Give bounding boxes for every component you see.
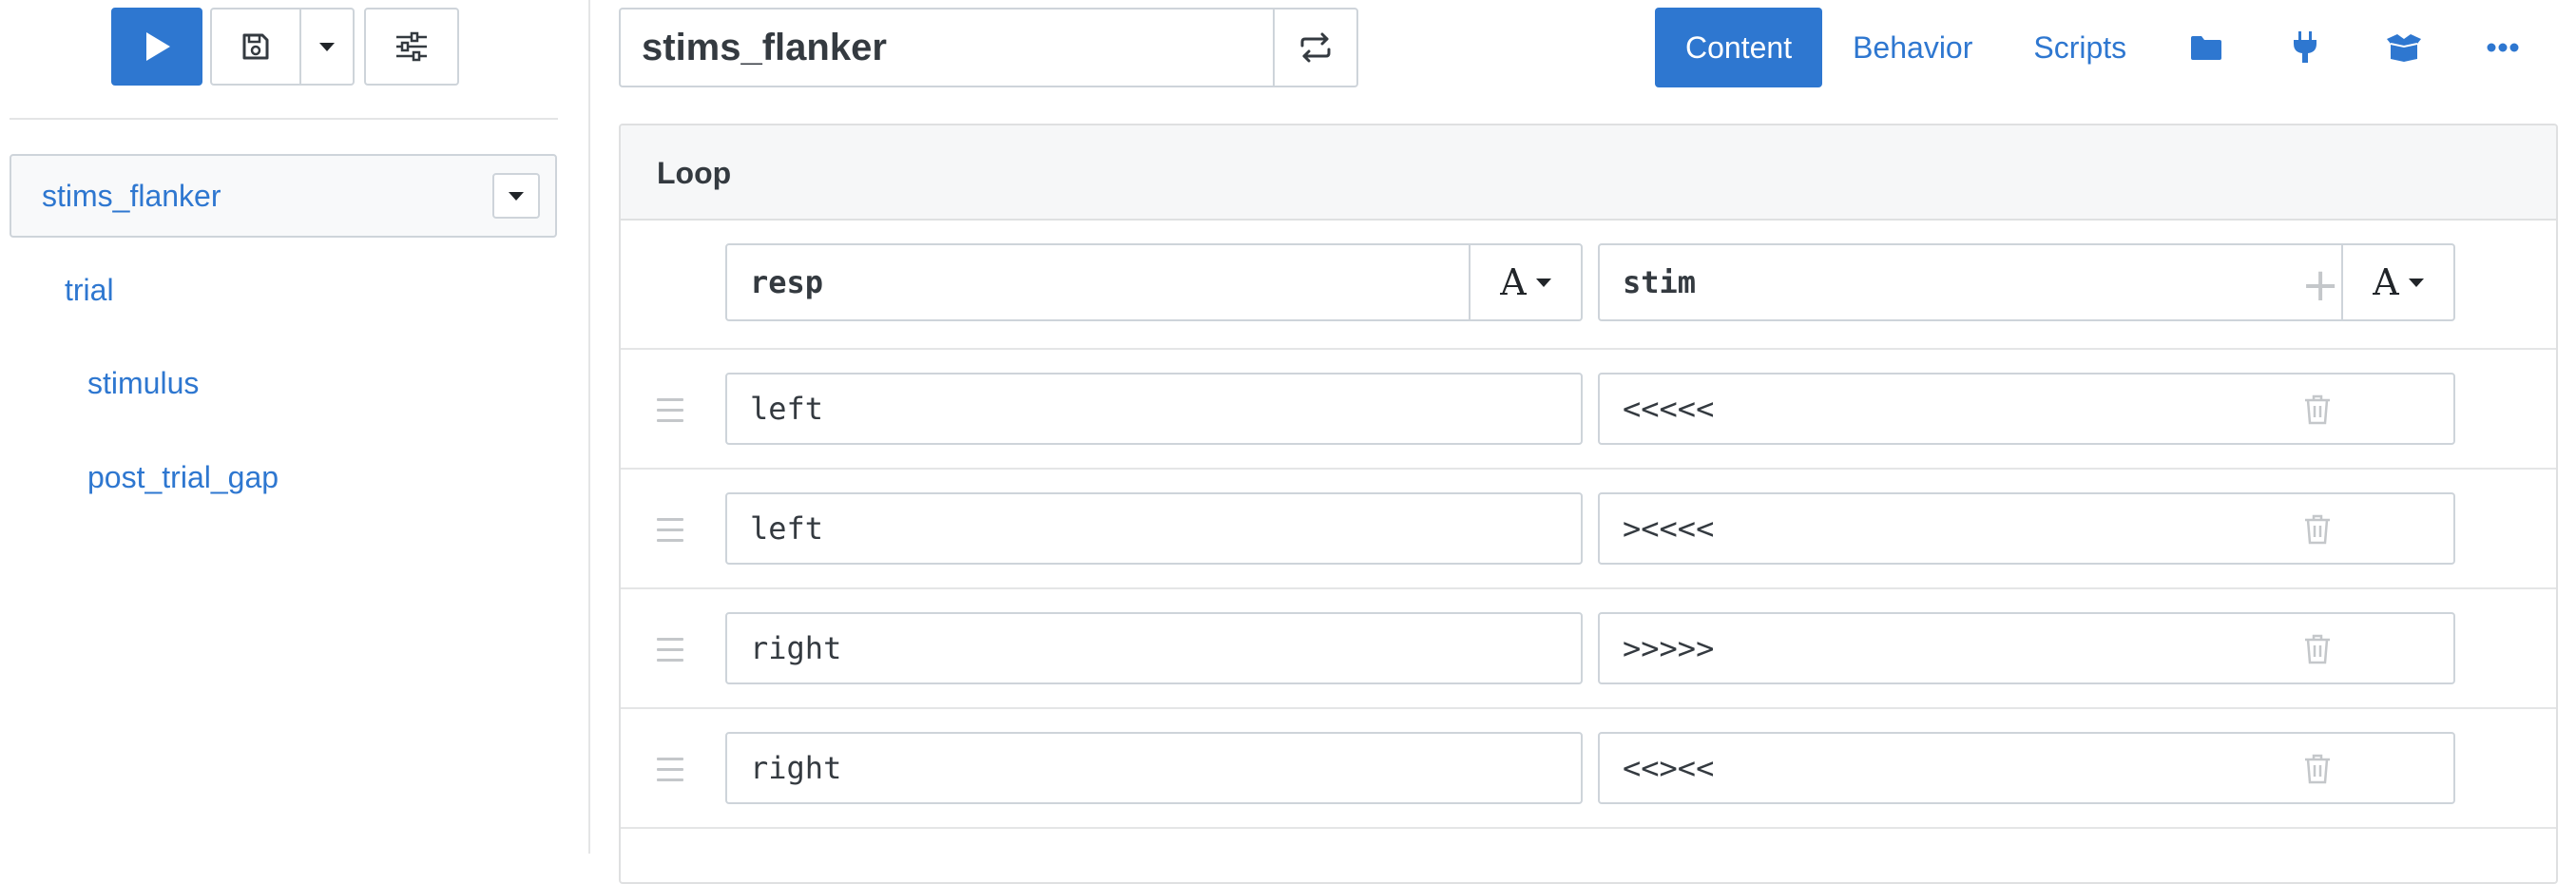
cell-input[interactable]: left: [725, 373, 1583, 445]
table-row: right <<><<: [621, 709, 2556, 829]
files-tab[interactable]: [2157, 8, 2256, 87]
trash-icon[interactable]: [2303, 753, 2332, 785]
folder-icon: [2191, 36, 2222, 60]
column-type-dropdown[interactable]: A: [1469, 245, 1581, 319]
loop-header-row: resp A stim A +: [621, 221, 2556, 350]
column-type-label: A: [1500, 261, 1527, 303]
table-row: right >>>>>: [621, 589, 2556, 709]
loop-card-title: Loop: [657, 156, 732, 190]
table-row: left <<<<<: [621, 350, 2556, 470]
drag-handle-icon[interactable]: [657, 518, 683, 549]
tab-scripts[interactable]: Scripts: [2003, 8, 2157, 87]
cell-input[interactable]: left: [725, 492, 1583, 565]
swap-icon: [1300, 32, 1331, 63]
settings-button[interactable]: [364, 8, 459, 86]
drag-handle-icon[interactable]: [657, 638, 683, 669]
floppy-disk-icon: [242, 33, 269, 60]
tree-root-dropdown[interactable]: [492, 173, 540, 219]
plug-icon: [2294, 31, 2317, 63]
sidebar-toolbar: [111, 8, 459, 87]
tab-content[interactable]: Content: [1655, 8, 1823, 87]
sliders-icon: [396, 31, 427, 62]
column-type-dropdown[interactable]: A: [2341, 245, 2453, 319]
drag-handle-icon[interactable]: [657, 758, 683, 789]
swap-component-button[interactable]: [1273, 8, 1358, 87]
chevron-down-icon: [2408, 278, 2424, 287]
component-title-input[interactable]: stims_flanker: [619, 8, 1273, 87]
more-icon: [2487, 43, 2519, 52]
main-panel: stims_flanker Content Behavior Scripts L…: [590, 0, 2576, 884]
column-name-value: stim: [1623, 264, 1697, 300]
trash-icon[interactable]: [2303, 513, 2332, 546]
chevron-down-icon: [1535, 278, 1551, 287]
chevron-down-icon: [509, 191, 524, 201]
tree-root-item[interactable]: stims_flanker: [10, 154, 557, 238]
cell-input[interactable]: right: [725, 732, 1583, 804]
column-type-label: A: [2373, 261, 2399, 303]
column-name-input[interactable]: resp A: [725, 243, 1583, 321]
tab-behavior[interactable]: Behavior: [1822, 8, 2003, 87]
sidebar-divider: [10, 118, 558, 120]
tab-bar: Content Behavior Scripts: [1655, 8, 2552, 87]
sidebar: stims_flanker trial stimulus post_trial_…: [0, 0, 590, 854]
save-button[interactable]: [210, 8, 301, 86]
loop-card-header: Loop: [621, 125, 2556, 221]
chevron-down-icon: [319, 42, 335, 51]
cell-input[interactable]: right: [725, 612, 1583, 684]
tree-item-trial[interactable]: trial: [65, 273, 114, 308]
trash-icon[interactable]: [2303, 633, 2332, 665]
tree-item-post-trial-gap[interactable]: post_trial_gap: [87, 460, 279, 495]
plugins-tab[interactable]: [2256, 8, 2355, 87]
box-open-icon: [2387, 34, 2422, 62]
save-options-dropdown[interactable]: [301, 8, 355, 86]
drag-handle-icon[interactable]: [657, 398, 683, 430]
column-name-value: resp: [750, 264, 824, 300]
table-row: left ><<<<: [621, 470, 2556, 589]
more-tab[interactable]: [2453, 8, 2552, 87]
add-column-button[interactable]: +: [2301, 259, 2339, 312]
trash-icon[interactable]: [2303, 394, 2332, 426]
run-button[interactable]: [111, 8, 202, 86]
play-icon: [146, 32, 170, 61]
loop-card: Loop resp A stim A + left <<<<< left ><<…: [619, 124, 2558, 884]
packages-tab[interactable]: [2355, 8, 2453, 87]
title-group: stims_flanker: [619, 8, 1358, 87]
tree-item-stimulus[interactable]: stimulus: [87, 366, 199, 401]
tree-root-label: stims_flanker: [42, 179, 221, 213]
